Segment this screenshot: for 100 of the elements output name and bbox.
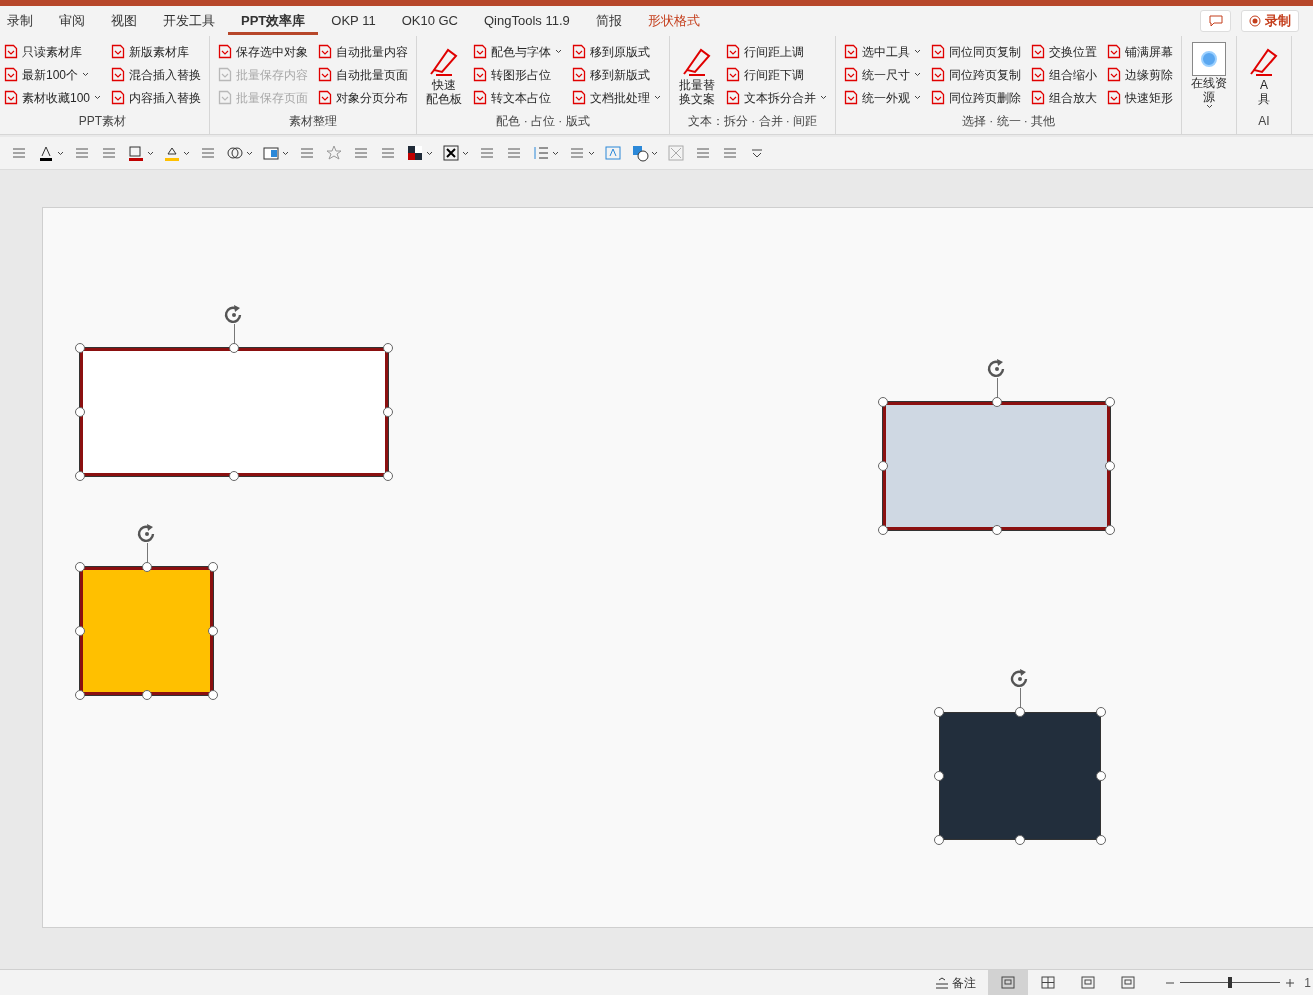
ribbon-tab[interactable]: QingTools 11.9 bbox=[471, 6, 583, 35]
ribbon-tab[interactable]: 形状格式 bbox=[634, 6, 713, 35]
ribbon-button[interactable]: 配色与字体 bbox=[471, 40, 565, 63]
ribbon-button[interactable]: 自动批量页面 bbox=[316, 63, 411, 86]
resize-handle[interactable] bbox=[934, 835, 944, 845]
ribbon-button[interactable]: 保存选中对象 bbox=[216, 40, 311, 63]
resize-handle[interactable] bbox=[1105, 397, 1115, 407]
ribbon-button[interactable]: 新版素材库 bbox=[109, 40, 192, 63]
ribbon-button[interactable]: 素材收藏100 bbox=[2, 86, 104, 109]
view-button[interactable] bbox=[988, 969, 1029, 995]
ribbon-button[interactable]: 转图形占位 bbox=[471, 63, 554, 86]
ribbon-button[interactable]: 铺满屏幕 bbox=[1105, 40, 1176, 63]
ribbon-tab[interactable]: 视图 bbox=[98, 6, 150, 35]
rectangle-shape[interactable] bbox=[883, 402, 1110, 530]
ribbon-button[interactable]: 行间距上调 bbox=[724, 40, 807, 63]
ribbon-button[interactable]: 统一外观 bbox=[842, 86, 924, 109]
line-spacing-icon bbox=[532, 144, 550, 162]
ribbon-tab[interactable]: 审阅 bbox=[46, 6, 98, 35]
resize-handle[interactable] bbox=[1096, 835, 1106, 845]
resize-handle[interactable] bbox=[75, 407, 85, 417]
caret-icon bbox=[57, 150, 64, 156]
rectangle-shape[interactable] bbox=[80, 348, 388, 476]
resize-handle[interactable] bbox=[208, 690, 218, 700]
resize-handle[interactable] bbox=[1096, 707, 1106, 717]
ribbon-button[interactable]: 同位跨页删除 bbox=[929, 86, 1024, 109]
ribbon-button[interactable]: 内容插入替换 bbox=[109, 86, 204, 109]
notes-button[interactable]: 备注 bbox=[934, 973, 977, 992]
resize-handle[interactable] bbox=[75, 626, 85, 636]
resize-handle[interactable] bbox=[1096, 771, 1106, 781]
ribbon-button[interactable]: 选中工具 bbox=[842, 40, 924, 63]
resize-handle[interactable] bbox=[1015, 835, 1025, 845]
page-icon bbox=[111, 44, 126, 59]
toolbar-button[interactable] bbox=[37, 144, 64, 162]
ribbon-button[interactable]: 交换位置 bbox=[1029, 40, 1100, 63]
group-label: PPT素材 bbox=[78, 113, 127, 130]
ribbon-button[interactable]: 行间距下调 bbox=[724, 63, 807, 86]
ribbon-button[interactable]: 同位同页复制 bbox=[929, 40, 1024, 63]
resize-handle[interactable] bbox=[229, 343, 239, 353]
ribbon-tab[interactable]: 简报 bbox=[582, 6, 635, 35]
ribbon-button[interactable]: 只读素材库 bbox=[2, 40, 84, 63]
caret-icon bbox=[246, 150, 253, 156]
zoom-slider-thumb[interactable] bbox=[1228, 977, 1233, 988]
resize-handle[interactable] bbox=[383, 343, 393, 353]
resize-handle[interactable] bbox=[934, 771, 944, 781]
ribbon-button[interactable]: 边缘剪除 bbox=[1105, 63, 1176, 86]
ribbon-button[interactable]: 统一尺寸 bbox=[842, 63, 924, 86]
ribbon-button[interactable]: 文本拆分合并 bbox=[724, 86, 830, 109]
resize-handle[interactable] bbox=[878, 397, 888, 407]
ribbon-button[interactable]: 移到新版式 bbox=[570, 63, 653, 86]
resize-handle[interactable] bbox=[383, 407, 393, 417]
resize-handle[interactable] bbox=[878, 461, 888, 471]
rectangle-shape[interactable] bbox=[80, 567, 213, 695]
page-icon bbox=[726, 44, 741, 59]
resize-handle[interactable] bbox=[208, 626, 218, 636]
record-button[interactable]: 录制 bbox=[1241, 9, 1299, 32]
large-ribbon-button[interactable]: A 具 bbox=[1243, 40, 1286, 112]
ribbon-button[interactable]: 文档批处理 bbox=[570, 86, 664, 109]
comment-icon bbox=[1208, 14, 1223, 27]
toolbar-button[interactable] bbox=[442, 144, 469, 162]
online-resources-button[interactable]: 在线资 源 bbox=[1188, 40, 1231, 134]
resize-handle[interactable] bbox=[934, 707, 944, 717]
resize-handle[interactable] bbox=[383, 471, 393, 481]
resize-handle[interactable] bbox=[991, 525, 1002, 535]
resize-handle[interactable] bbox=[1015, 707, 1025, 717]
ribbon-button[interactable]: 移到原版式 bbox=[570, 40, 653, 63]
ribbon-button[interactable]: 同位跨页复制 bbox=[929, 63, 1024, 86]
ribbon-button[interactable]: 最新100个 bbox=[2, 63, 92, 86]
resize-handle[interactable] bbox=[208, 562, 218, 572]
ribbon-tab[interactable]: 开发工具 bbox=[150, 6, 228, 35]
ribbon-button[interactable]: 转文本占位 bbox=[471, 86, 554, 109]
ribbon-button[interactable]: 快速矩形 bbox=[1105, 86, 1176, 109]
resize-handle[interactable] bbox=[75, 562, 85, 572]
ribbon-button[interactable]: 自动批量内容 bbox=[316, 40, 411, 63]
font-color-icon bbox=[37, 144, 55, 162]
resize-handle[interactable] bbox=[75, 343, 85, 353]
resize-handle[interactable] bbox=[878, 525, 888, 535]
toolbar-button[interactable] bbox=[631, 144, 658, 162]
resize-handle[interactable] bbox=[141, 562, 152, 572]
large-ribbon-button[interactable]: 批量替 换文案 bbox=[676, 40, 719, 112]
ribbon-tab[interactable]: OKP 11 bbox=[318, 6, 389, 35]
toolbar-button[interactable] bbox=[406, 144, 433, 162]
resize-handle[interactable] bbox=[75, 690, 85, 700]
large-ribbon-button[interactable]: 快速 配色板 bbox=[423, 40, 466, 112]
ribbon-tab[interactable]: OK10 GC bbox=[388, 6, 471, 35]
resize-handle[interactable] bbox=[1105, 525, 1115, 535]
resize-handle[interactable] bbox=[229, 471, 239, 481]
ribbon-button[interactable]: 混合插入替换 bbox=[109, 63, 204, 86]
page-icon bbox=[572, 44, 587, 59]
page-icon bbox=[726, 67, 741, 82]
resize-handle[interactable] bbox=[141, 690, 152, 700]
zoom-in-icon[interactable] bbox=[1286, 978, 1295, 987]
view-icon bbox=[1081, 976, 1096, 989]
resize-handle[interactable] bbox=[75, 471, 85, 481]
ribbon-tab[interactable]: 录制 bbox=[0, 6, 46, 35]
resize-handle[interactable] bbox=[1105, 461, 1115, 471]
page-icon bbox=[1107, 90, 1122, 105]
ribbon-button[interactable]: 组合缩小 bbox=[1029, 63, 1100, 86]
resize-handle[interactable] bbox=[991, 397, 1002, 407]
ribbon-button[interactable]: 组合放大 bbox=[1029, 86, 1100, 109]
ribbon-button[interactable]: 对象分页分布 bbox=[316, 86, 411, 109]
